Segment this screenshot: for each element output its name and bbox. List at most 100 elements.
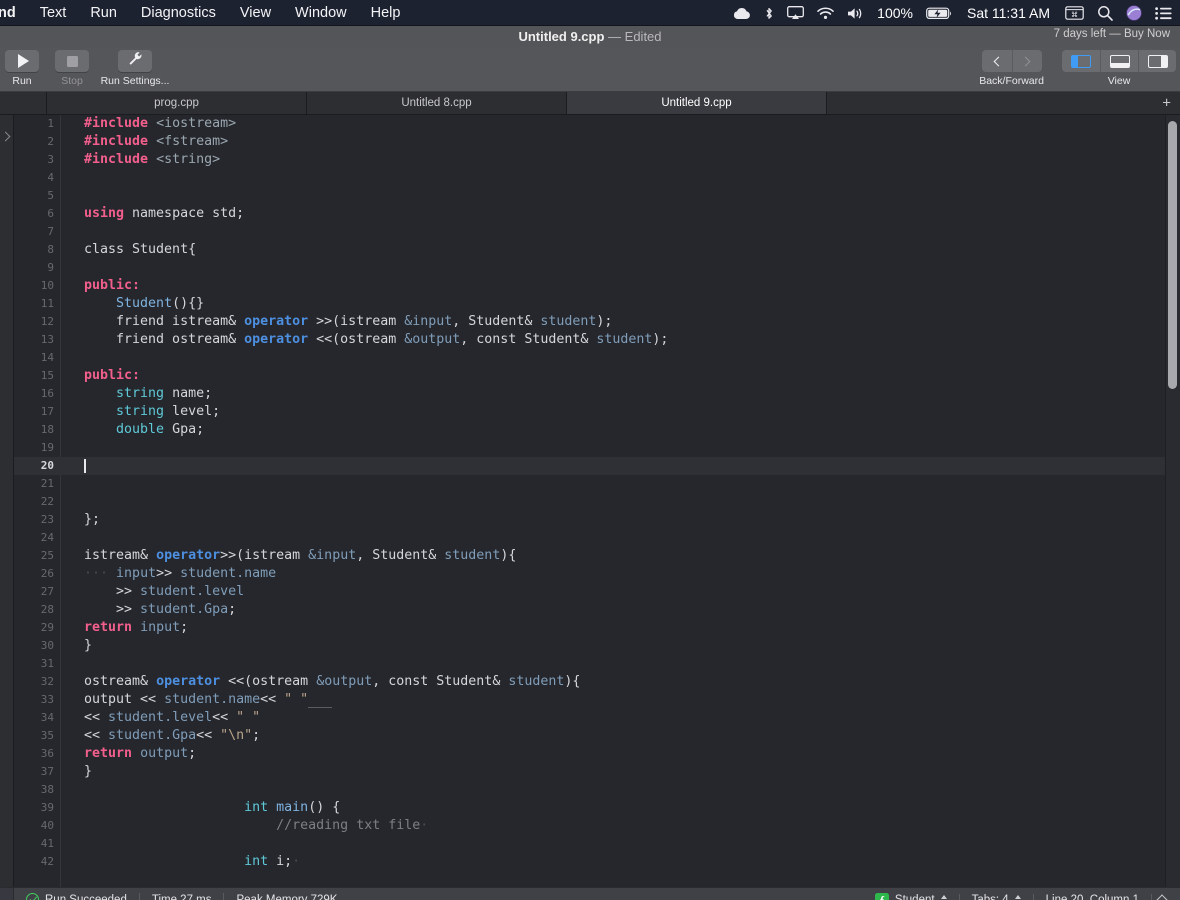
stop-button-face — [55, 50, 89, 72]
code-line-text: //reading txt file· — [276, 818, 429, 833]
code-line[interactable]: 36 return output; — [14, 745, 1180, 763]
plus-icon[interactable]: + — [1162, 96, 1171, 111]
code-line[interactable]: 25 istream& operator>>(istream &input, St… — [14, 547, 1180, 565]
line-number: 19 — [40, 441, 54, 454]
toolbar-right-group: Back/Forward View — [979, 50, 1176, 87]
back-button[interactable] — [981, 50, 1012, 72]
code-line[interactable]: 23}; — [14, 511, 1180, 529]
navigator-rail[interactable] — [0, 115, 14, 887]
control-center-icon[interactable] — [1155, 6, 1172, 20]
code-line[interactable]: 42 int i;· — [14, 853, 1180, 871]
code-line[interactable]: 34 << student.level<< " " — [14, 709, 1180, 727]
symbol-selector[interactable]: ƒ Student — [863, 893, 959, 900]
menu-items: nd Text Run Diagnostics View Window Help — [0, 0, 412, 26]
code-line[interactable]: 7 — [14, 223, 1180, 241]
cursor-position: Line 20, Column 1 — [1045, 894, 1139, 900]
line-number: 9 — [47, 261, 54, 274]
code-line[interactable]: 32 ostream& operator <<(ostream &output, … — [14, 673, 1180, 691]
code-line[interactable]: 9 — [14, 259, 1180, 277]
vertical-scrollbar[interactable] — [1165, 115, 1180, 887]
tabs-setting[interactable]: Tabs: 4 — [960, 894, 1033, 900]
status-bar: Run Succeeded Time 27 ms Peak Memory 729… — [0, 887, 1180, 900]
line-number: 5 — [47, 189, 54, 202]
run-settings-button[interactable]: Run Settings... — [100, 50, 170, 87]
tab-untitled-9-cpp[interactable]: Untitled 9.cpp — [567, 92, 827, 114]
code-line[interactable]: 30} — [14, 637, 1180, 655]
code-line[interactable]: 37} — [14, 763, 1180, 781]
code-surface[interactable]: 1 #include <iostream> 2 #include <fstream> 3… — [14, 115, 1180, 887]
menu-item-view[interactable]: View — [228, 0, 283, 26]
code-line[interactable]: 41 — [14, 835, 1180, 853]
code-line[interactable]: 4 — [14, 169, 1180, 187]
line-number: 36 — [40, 747, 54, 760]
line-number: 26 — [40, 567, 54, 580]
run-button[interactable]: Run — [0, 50, 44, 87]
code-editor[interactable]: 1 #include <iostream> 2 #include <fstream> 3… — [14, 115, 1180, 887]
battery-charging-icon[interactable] — [926, 7, 952, 20]
tab-untitled-8-cpp[interactable]: Untitled 8.cpp — [307, 92, 567, 114]
code-line[interactable]: 33 output << student.name<< " "___ — [14, 691, 1180, 709]
code-line[interactable]: 21 — [14, 475, 1180, 493]
code-line[interactable]: 27 >> student.level — [14, 583, 1180, 601]
code-line[interactable]: 17 string level; — [14, 403, 1180, 421]
view-left-panel-button[interactable] — [1062, 50, 1100, 72]
code-line[interactable]: 20 — [14, 457, 1180, 475]
code-line[interactable]: 16 string name; — [14, 385, 1180, 403]
code-line[interactable]: 31 — [14, 655, 1180, 673]
code-line[interactable]: 12 friend istream& operator >>(istream &… — [14, 313, 1180, 331]
text-cursor — [84, 459, 86, 473]
airplay-icon[interactable] — [787, 6, 805, 20]
code-line[interactable]: 2 #include <fstream> — [14, 133, 1180, 151]
chevron-right-icon[interactable] — [0, 131, 11, 142]
line-number: 4 — [47, 171, 54, 184]
updown-stepper-icon[interactable] — [940, 895, 947, 900]
code-line[interactable]: 29 return input; — [14, 619, 1180, 637]
vertical-scrollbar-thumb[interactable] — [1168, 121, 1177, 389]
view-right-panel-button[interactable] — [1138, 50, 1176, 72]
menu-item-help[interactable]: Help — [359, 0, 413, 26]
code-line[interactable]: 1 #include <iostream> — [14, 115, 1180, 133]
code-line[interactable]: 38 — [14, 781, 1180, 799]
code-line[interactable]: 22 — [14, 493, 1180, 511]
volume-icon[interactable] — [847, 7, 864, 20]
code-line[interactable]: 6 using namespace std; — [14, 205, 1180, 223]
code-line[interactable]: 24 — [14, 529, 1180, 547]
menu-item-run[interactable]: Run — [78, 0, 129, 26]
chevron-up-icon[interactable] — [1156, 894, 1168, 900]
line-number: 35 — [40, 729, 54, 742]
code-line[interactable]: 13 friend ostream& operator <<(ostream &… — [14, 331, 1180, 349]
menu-item-diagnostics[interactable]: Diagnostics — [129, 0, 228, 26]
menu-bar-clock[interactable]: Sat 11:31 AM — [967, 5, 1050, 21]
code-line[interactable]: 39 int main() { — [14, 799, 1180, 817]
code-line[interactable]: 14 — [14, 349, 1180, 367]
trial-notice[interactable]: 7 days left — Buy Now — [1054, 28, 1170, 40]
stop-button[interactable]: Stop — [50, 50, 94, 87]
code-line[interactable]: 15 public: — [14, 367, 1180, 385]
code-line[interactable]: 35 << student.Gpa<< "\n"; — [14, 727, 1180, 745]
code-line[interactable]: 11 Student(){} — [14, 295, 1180, 313]
wifi-icon[interactable] — [817, 6, 834, 20]
siri-icon[interactable] — [1126, 5, 1142, 21]
cloud-icon[interactable] — [732, 7, 751, 20]
menu-item-text[interactable]: Text — [28, 0, 79, 26]
code-line[interactable]: 3 #include <string> — [14, 151, 1180, 169]
bluetooth-icon[interactable] — [764, 6, 774, 21]
code-line[interactable]: 19 — [14, 439, 1180, 457]
code-line[interactable]: 26 ··· input>> student.name — [14, 565, 1180, 583]
code-line[interactable]: 18 double Gpa; — [14, 421, 1180, 439]
code-line[interactable]: 10 public: — [14, 277, 1180, 295]
search-icon[interactable] — [1097, 5, 1113, 21]
code-line[interactable]: 8 class Student{ — [14, 241, 1180, 259]
view-bottom-panel-button[interactable] — [1100, 50, 1138, 72]
menu-item-0[interactable]: nd — [0, 0, 28, 26]
code-line[interactable]: 28 >> student.Gpa; — [14, 601, 1180, 619]
line-number: 41 — [40, 837, 54, 850]
tab-prog-cpp[interactable]: prog.cpp — [47, 92, 307, 114]
code-line[interactable]: 40 //reading txt file· — [14, 817, 1180, 835]
window-title-bar: Untitled 9.cpp — Edited 7 days left — Bu… — [0, 26, 1180, 47]
code-line[interactable]: 5 — [14, 187, 1180, 205]
updown-stepper-icon[interactable] — [1014, 895, 1021, 900]
forward-button[interactable] — [1011, 50, 1042, 72]
menu-item-window[interactable]: Window — [283, 0, 359, 26]
screen-mirroring-icon[interactable]: ⌘ — [1065, 6, 1084, 20]
